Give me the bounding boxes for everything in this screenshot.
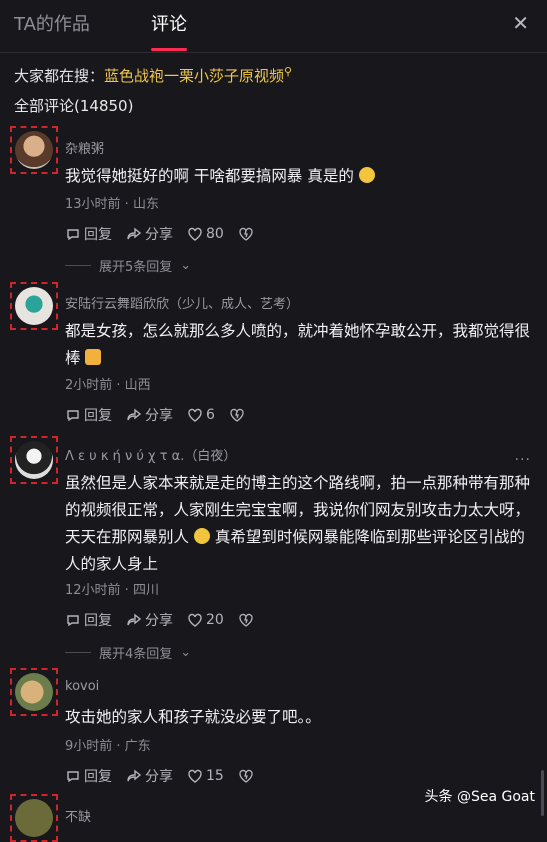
chevron-down-icon: ⌄ bbox=[180, 645, 192, 660]
comment-author[interactable]: Λ ε υ κ ή ν ύ χ τ α.（白夜） bbox=[65, 445, 236, 464]
comment-author[interactable]: 杂粮粥 bbox=[65, 138, 104, 157]
share-label: 分享 bbox=[145, 769, 173, 785]
comment-text: 我觉得她挺好的啊 干啥都要搞网暴 真是的 bbox=[65, 163, 530, 190]
expand-replies[interactable]: 展开5条回复 ⌄ bbox=[65, 256, 191, 275]
broken-heart-icon bbox=[239, 769, 253, 783]
comment-meta: 13小时前 · 山东 bbox=[65, 197, 159, 212]
reply-button[interactable]: 回复 bbox=[65, 766, 112, 786]
reply-icon bbox=[67, 410, 79, 422]
chevron-down-icon: ⌄ bbox=[180, 258, 192, 273]
search-term[interactable]: 蓝色战袍一栗小莎子原视频 bbox=[104, 67, 284, 85]
comment-actions: 回复 分享 80 bbox=[65, 224, 254, 244]
comment-author[interactable]: 安陆行云舞蹈欣欣（少儿、成人、艺考） bbox=[65, 293, 299, 312]
like-button[interactable]: 15 bbox=[187, 768, 224, 784]
top-bar: TA的作品 评论 ✕ bbox=[0, 0, 547, 53]
share-label: 分享 bbox=[145, 408, 173, 424]
share-label: 分享 bbox=[145, 227, 173, 243]
dislike-button[interactable] bbox=[238, 612, 254, 628]
comment-author[interactable]: kovoi bbox=[65, 679, 99, 694]
like-button[interactable]: 80 bbox=[187, 226, 224, 242]
heart-icon bbox=[188, 408, 202, 422]
avatar[interactable] bbox=[10, 668, 58, 716]
comment-actions: 回复 分享 6 bbox=[65, 405, 245, 425]
like-count: 15 bbox=[206, 768, 224, 784]
comment-text-body: 我觉得她挺好的啊 干啥都要搞网暴 真是的 bbox=[65, 167, 354, 185]
scrollbar[interactable] bbox=[541, 770, 544, 816]
tab-works[interactable]: TA的作品 bbox=[14, 10, 90, 36]
comment-actions: 回复 分享 15 bbox=[65, 766, 254, 786]
broken-heart-icon bbox=[239, 613, 253, 627]
like-count: 20 bbox=[206, 612, 224, 628]
tab-comments[interactable]: 评论 bbox=[151, 10, 187, 36]
close-icon[interactable]: ✕ bbox=[512, 11, 529, 35]
reply-button[interactable]: 回复 bbox=[65, 224, 112, 244]
expand-replies[interactable]: 展开4条回复 ⌄ bbox=[65, 643, 191, 662]
comment-text: 攻击她的家人和孩子就没必要了吧。。 bbox=[65, 708, 321, 726]
share-icon bbox=[127, 769, 142, 782]
thumbs-up-emoji-icon bbox=[85, 349, 102, 365]
watermark: 头条 @Sea Goat bbox=[424, 789, 535, 805]
divider bbox=[65, 265, 91, 266]
avatar[interactable] bbox=[10, 436, 58, 484]
expand-label: 展开5条回复 bbox=[99, 260, 173, 275]
broken-heart-icon bbox=[239, 227, 253, 241]
share-button[interactable]: 分享 bbox=[126, 610, 173, 630]
reply-button[interactable]: 回复 bbox=[65, 405, 112, 425]
reply-label: 回复 bbox=[84, 769, 112, 785]
share-icon bbox=[127, 227, 142, 240]
search-label: 大家都在搜： bbox=[14, 67, 105, 85]
like-count: 80 bbox=[206, 226, 224, 242]
search-icon: ⚲ bbox=[284, 65, 293, 78]
comment-count: 全部评论(14850) bbox=[14, 97, 134, 115]
divider bbox=[65, 652, 91, 653]
smile-emoji-icon bbox=[358, 167, 375, 183]
reply-label: 回复 bbox=[84, 227, 112, 243]
share-icon bbox=[127, 408, 142, 421]
share-button[interactable]: 分享 bbox=[126, 224, 173, 244]
comment-meta: 9小时前 · 广东 bbox=[65, 739, 151, 754]
comment-meta: 2小时前 · 山西 bbox=[65, 378, 151, 393]
heart-icon bbox=[188, 227, 202, 241]
dislike-button[interactable] bbox=[229, 407, 245, 423]
more-options-icon[interactable]: ··· bbox=[515, 452, 531, 468]
heart-icon bbox=[188, 613, 202, 627]
reply-label: 回复 bbox=[84, 613, 112, 629]
share-button[interactable]: 分享 bbox=[126, 405, 173, 425]
avatar[interactable] bbox=[10, 126, 58, 174]
like-count: 6 bbox=[206, 407, 215, 423]
dislike-button[interactable] bbox=[238, 226, 254, 242]
comment-meta: 12小时前 · 四川 bbox=[65, 583, 159, 598]
reply-icon bbox=[67, 229, 79, 241]
comment-text: 都是女孩，怎么就那么多人喷的，就冲着她怀孕敢公开，我都觉得很棒 bbox=[65, 318, 530, 372]
comment-actions: 回复 分享 20 bbox=[65, 610, 254, 630]
reply-label: 回复 bbox=[84, 408, 112, 424]
tab-active-indicator bbox=[151, 48, 187, 51]
share-button[interactable]: 分享 bbox=[126, 766, 173, 786]
heart-icon bbox=[188, 769, 202, 783]
laughing-emoji-icon bbox=[193, 528, 210, 544]
reply-icon bbox=[67, 615, 79, 627]
comment-text: 虽然但是人家本来就是走的博主的这个路线啊，拍一点那种带有那种的视频很正常，人家刚… bbox=[65, 470, 530, 578]
dislike-button[interactable] bbox=[238, 768, 254, 784]
expand-label: 展开4条回复 bbox=[99, 647, 173, 662]
like-button[interactable]: 6 bbox=[187, 407, 215, 423]
reply-button[interactable]: 回复 bbox=[65, 610, 112, 630]
avatar[interactable] bbox=[10, 282, 58, 330]
broken-heart-icon bbox=[230, 408, 244, 422]
share-label: 分享 bbox=[145, 613, 173, 629]
share-icon bbox=[127, 613, 142, 626]
avatar[interactable] bbox=[10, 794, 58, 842]
reply-icon bbox=[67, 771, 79, 783]
like-button[interactable]: 20 bbox=[187, 612, 224, 628]
search-suggestion[interactable]: 大家都在搜：蓝色战袍一栗小莎子原视频⚲ bbox=[14, 65, 292, 86]
comment-text-body: 都是女孩，怎么就那么多人喷的，就冲着她怀孕敢公开，我都觉得很棒 bbox=[65, 322, 531, 367]
